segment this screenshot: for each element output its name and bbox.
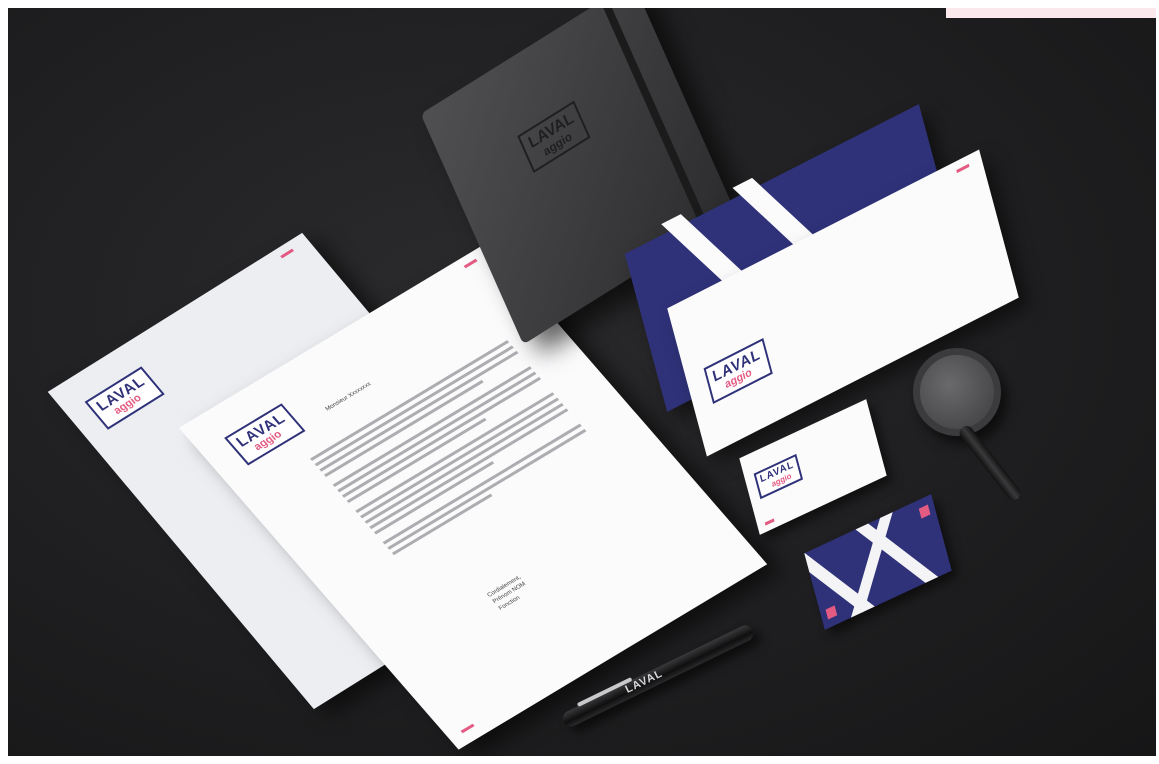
envelope-logo: LAVAL aggio: [703, 338, 773, 404]
card-stripe: [842, 499, 897, 630]
letterhead-front-logo: LAVAL aggio: [224, 403, 306, 466]
card-pink-square: [825, 605, 838, 620]
card-pink-square: [918, 504, 931, 519]
business-card-back: [804, 494, 952, 630]
letter-signature: Cordialement, Prénom NOM Fonction: [486, 574, 535, 613]
pen-clip: [576, 677, 633, 707]
pink-tick: [460, 723, 475, 734]
letter-body: [307, 337, 593, 558]
notebook-embossed-logo: LAVAL aggio: [517, 100, 591, 174]
pink-tick: [956, 163, 970, 174]
letter-salutation: Monsieur Xxxxxxxx: [324, 381, 373, 413]
corner-tint: [946, 8, 1156, 18]
notebook-elastic-band: [598, 8, 712, 237]
pink-tick: [764, 518, 775, 526]
stationery-mockup-scene: LAVAL aggio LAVAL aggio Monsieur Xxxxxxx…: [8, 8, 1156, 756]
pen-logo-text: LAVAL: [623, 667, 665, 696]
pink-tick: [280, 248, 295, 259]
business-card-logo: LAVAL aggio: [753, 453, 803, 500]
pink-tick: [463, 258, 478, 269]
magnifying-glass-lens: [913, 348, 1001, 436]
magnifying-glass-handle: [956, 423, 1024, 503]
card-stripe: [804, 546, 895, 628]
letterhead-back-logo: LAVAL aggio: [84, 366, 165, 430]
